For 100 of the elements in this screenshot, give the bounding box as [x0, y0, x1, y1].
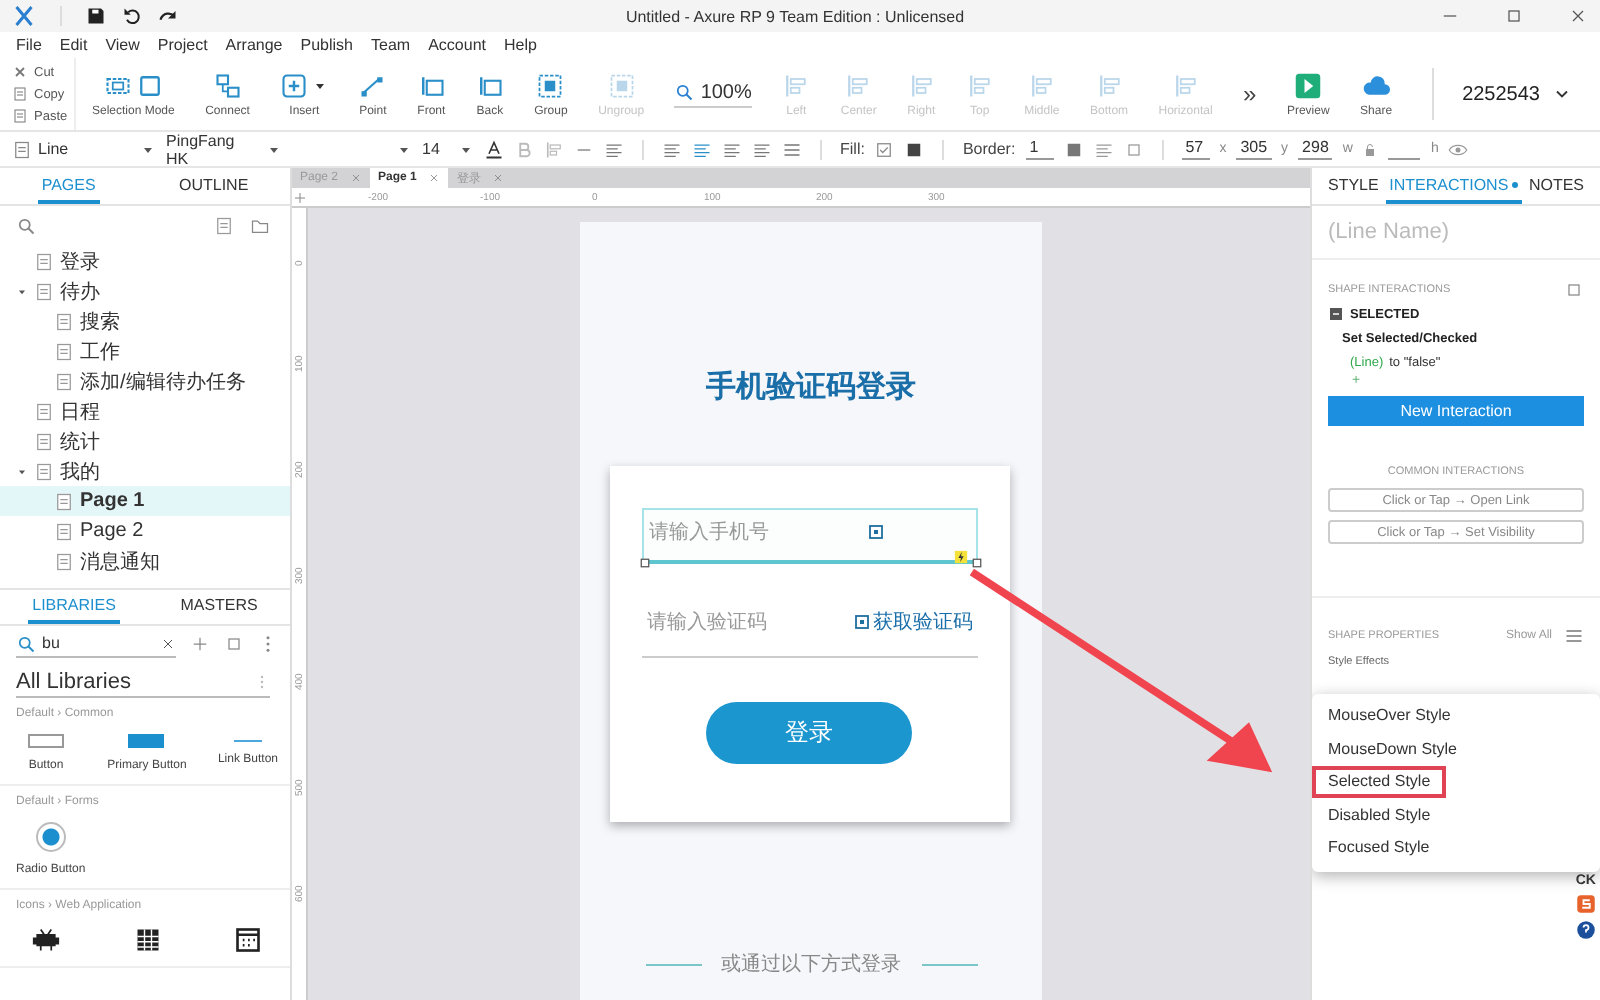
save-icon[interactable]	[86, 6, 106, 26]
menu-item[interactable]: Selected Style	[1312, 766, 1447, 797]
menu-item[interactable]: MouseOver Style	[1312, 700, 1467, 731]
page-tree-item[interactable]: 统计	[0, 426, 290, 456]
panel-tab[interactable]: LIBRARIES	[28, 596, 120, 624]
library-search-field[interactable]: bu	[16, 631, 176, 657]
page-icon	[54, 521, 74, 541]
redo-icon[interactable]	[158, 6, 178, 26]
zoom-dropdown[interactable]: 100%	[674, 81, 752, 107]
menu-icon[interactable]	[1564, 626, 1584, 646]
page-heading: 手机验证码登录	[706, 368, 916, 406]
border-style-icon[interactable]	[1093, 139, 1114, 159]
primary-button-preview	[128, 734, 165, 748]
menu-item[interactable]: MouseDown Style	[1312, 733, 1473, 764]
panel-tab[interactable]: PAGES	[37, 176, 100, 204]
page-icon	[34, 461, 54, 481]
menu-item[interactable]: File	[16, 36, 42, 54]
width-field[interactable]: 298	[1298, 138, 1333, 160]
point-icon	[358, 71, 387, 99]
menu-item[interactable]: Disabled Style	[1312, 799, 1447, 830]
page-tree-item[interactable]: 添加/编辑待办任务	[0, 366, 290, 396]
widget-marker-icon	[853, 613, 869, 629]
indicator-dot	[1512, 182, 1519, 188]
list-icon[interactable]	[604, 139, 624, 159]
page-tree-item[interactable]: Page 1	[0, 486, 290, 516]
collapse-icon[interactable]	[1328, 306, 1344, 322]
expand-icon[interactable]	[1564, 280, 1584, 300]
s-icon[interactable]	[1575, 894, 1596, 914]
menu-item[interactable]: Account	[428, 36, 486, 54]
fill-label: Fill:	[840, 140, 865, 158]
maximize-icon[interactable]	[1504, 6, 1524, 26]
library-icon[interactable]	[224, 634, 244, 654]
menu-item[interactable]: Edit	[59, 36, 88, 54]
folder-icon[interactable]	[250, 216, 270, 236]
page-tree-item[interactable]: 日程	[0, 396, 290, 426]
panel-tab[interactable]: INTERACTIONS	[1385, 176, 1523, 204]
border-sides-icon[interactable]	[1123, 139, 1144, 159]
robot-icon	[32, 926, 60, 954]
plus-icon	[280, 71, 309, 99]
page-tree-item[interactable]: 工作	[0, 336, 290, 366]
menu-item[interactable]: View	[105, 36, 140, 54]
grid-icon	[133, 926, 161, 954]
fill-swatch-icon[interactable]	[904, 139, 925, 159]
align-left-icon[interactable]	[662, 139, 682, 159]
selection-handle-icon	[639, 558, 649, 568]
help-icon[interactable]	[1575, 920, 1596, 940]
clear-icon[interactable]	[160, 635, 176, 651]
selection-handle-icon	[971, 558, 981, 568]
lock-icon[interactable]	[1362, 141, 1379, 157]
panel-tab[interactable]: OUTLINE	[174, 176, 253, 204]
y-field[interactable]: 305	[1236, 138, 1272, 160]
account-dropdown[interactable]: 2252543	[1462, 83, 1572, 105]
menu-item[interactable]: Arrange	[225, 36, 283, 54]
close-icon[interactable]	[1568, 6, 1588, 26]
layers-icon	[475, 71, 504, 99]
logo-icon	[12, 4, 36, 28]
font-dropdown[interactable]: PingFang HK	[166, 135, 282, 163]
library-dropdown[interactable]: All Libraries	[16, 666, 270, 698]
ruler-origin-icon	[292, 189, 308, 205]
menu-item[interactable]: Publish	[300, 36, 354, 54]
justify-icon[interactable]	[752, 139, 772, 159]
page-tree-item[interactable]: 我的	[0, 456, 290, 486]
page-tree-item[interactable]: 消息通知	[0, 546, 290, 576]
bold-icon[interactable]	[514, 139, 534, 159]
menu-item[interactable]: Focused Style	[1312, 832, 1446, 863]
font-size-dropdown[interactable]: 14	[422, 135, 474, 163]
menu-item[interactable]: Help	[503, 36, 537, 54]
search-icon[interactable]	[16, 216, 36, 236]
add-page-icon[interactable]	[214, 216, 234, 236]
text-color-icon[interactable]	[484, 139, 504, 159]
border-color-icon[interactable]	[1063, 139, 1084, 159]
fill-color-icon[interactable]	[874, 139, 895, 159]
close-icon	[350, 172, 363, 184]
undo-icon[interactable]	[122, 6, 142, 26]
link-preview	[233, 734, 262, 742]
line-spacing-icon[interactable]	[782, 139, 802, 159]
add-icon[interactable]	[190, 634, 210, 654]
get-code-link[interactable]: 获取验证码	[873, 607, 973, 635]
distribute-icon	[1171, 71, 1200, 99]
more-button[interactable]: »	[1243, 80, 1257, 108]
x-field[interactable]: 57	[1181, 138, 1210, 160]
eye-icon[interactable]	[1448, 139, 1469, 159]
page-tree-item[interactable]: 搜索	[0, 306, 290, 336]
align-right-icon[interactable]	[722, 139, 742, 159]
panel-tab[interactable]: MASTERS	[176, 596, 262, 624]
code-input[interactable]: 请输入验证码 获取验证码	[641, 594, 977, 658]
page-tree-item[interactable]: Page 2	[0, 516, 290, 546]
search-icon	[674, 82, 695, 102]
page-icon	[54, 491, 74, 511]
panel-tab[interactable]: STYLE	[1324, 176, 1383, 204]
align-center-icon[interactable]	[692, 139, 712, 159]
page-icon	[34, 401, 54, 421]
menu-item[interactable]: Project	[157, 36, 208, 54]
page-icon	[54, 371, 74, 391]
border-width-field[interactable]: 1	[1025, 138, 1054, 160]
style-dropdown[interactable]: Line	[12, 135, 156, 163]
panel-tab[interactable]: NOTES	[1524, 176, 1588, 204]
menu-item[interactable]: Team	[371, 36, 411, 54]
page-tree-item[interactable]: 待办	[0, 276, 290, 306]
page-tree-item[interactable]: 登录	[0, 246, 290, 276]
